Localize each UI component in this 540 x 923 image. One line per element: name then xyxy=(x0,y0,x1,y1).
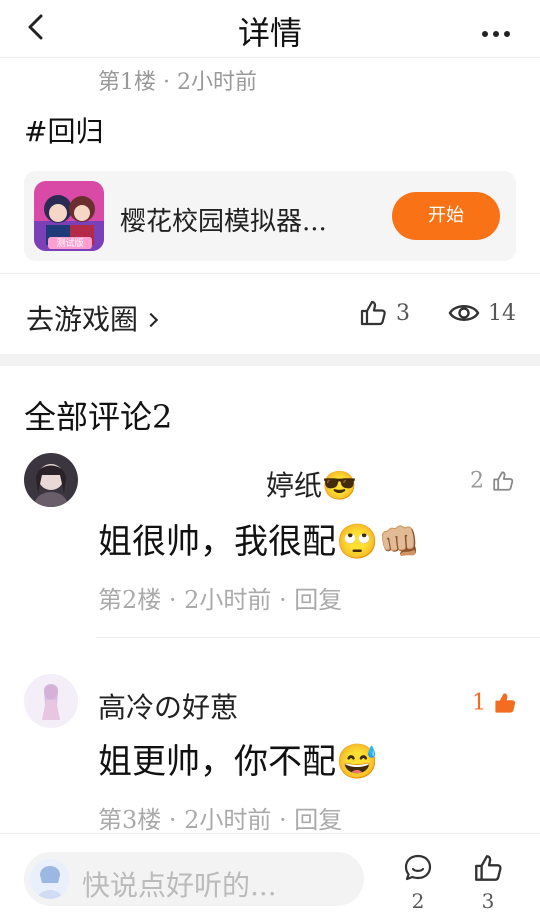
avatar[interactable] xyxy=(24,674,78,728)
comment-input[interactable]: 快说点好听的... xyxy=(24,852,364,906)
comment-author[interactable]: 高冷の好葸 xyxy=(98,686,238,726)
game-badge-text: 测试版 xyxy=(56,237,83,249)
comment-meta[interactable]: 第2楼 · 2小时前 · 回复 xyxy=(98,580,342,615)
eye-icon xyxy=(448,305,480,321)
post-like-button[interactable]: 3 xyxy=(358,298,410,332)
thumbs-up-filled-icon xyxy=(495,693,516,713)
post-hashtag[interactable]: #回归 xyxy=(24,110,103,150)
chat-bubble-icon xyxy=(404,854,432,881)
comment-like-count: 2 xyxy=(470,468,484,494)
start-game-button[interactable]: 开始 xyxy=(392,192,500,240)
bottom-bar: 快说点好听的... 2 3 xyxy=(0,833,540,923)
like-count: 3 xyxy=(481,889,495,913)
comment-author[interactable]: 婷纸😎 xyxy=(266,464,357,504)
comment-text: 姐很帅，我很配🙄👊🏼 xyxy=(98,522,421,562)
comment-meta[interactable]: 第3楼 · 2小时前 · 回复 xyxy=(98,800,342,835)
post-like-count: 3 xyxy=(396,300,410,326)
more-dots-icon xyxy=(482,31,488,37)
divider xyxy=(0,273,540,274)
comment-like-button[interactable]: 1 xyxy=(472,690,517,718)
post-floor-meta: 第1楼 · 2小时前 xyxy=(98,70,257,95)
thumbs-up-icon xyxy=(493,471,514,491)
more-options-button[interactable] xyxy=(482,22,518,37)
game-name: 樱花校园模拟器... xyxy=(120,207,327,237)
like-button[interactable]: 3 xyxy=(470,852,506,913)
comment-text: 姐更帅，你不配😅 xyxy=(98,742,379,782)
comment-count: 2 xyxy=(411,889,425,913)
section-separator xyxy=(0,354,540,366)
comments-section-title: 全部评论2 xyxy=(24,398,173,436)
comment-button[interactable]: 2 xyxy=(400,852,436,913)
thumbs-up-icon xyxy=(475,855,502,881)
chevron-right-icon xyxy=(143,312,159,328)
comment-input-placeholder: 快说点好听的... xyxy=(82,869,277,902)
top-bar: 详情 xyxy=(0,0,540,58)
post-views: 14 xyxy=(448,298,516,332)
comment-like-count: 1 xyxy=(472,690,486,716)
post-view-count: 14 xyxy=(488,300,516,326)
game-icon: 测试版 xyxy=(34,181,104,251)
comment-like-button[interactable]: 2 xyxy=(470,468,515,496)
page-title: 详情 xyxy=(237,14,302,52)
divider xyxy=(96,637,540,638)
avatar xyxy=(30,859,70,899)
goto-game-circle-link[interactable]: 去游戏圈 xyxy=(26,298,159,338)
thumbs-up-icon xyxy=(360,300,386,326)
game-card[interactable]: 测试版 樱花校园模拟器... 开始 xyxy=(24,171,516,261)
avatar[interactable] xyxy=(24,453,78,507)
goto-game-circle-label: 去游戏圈 xyxy=(26,303,139,336)
